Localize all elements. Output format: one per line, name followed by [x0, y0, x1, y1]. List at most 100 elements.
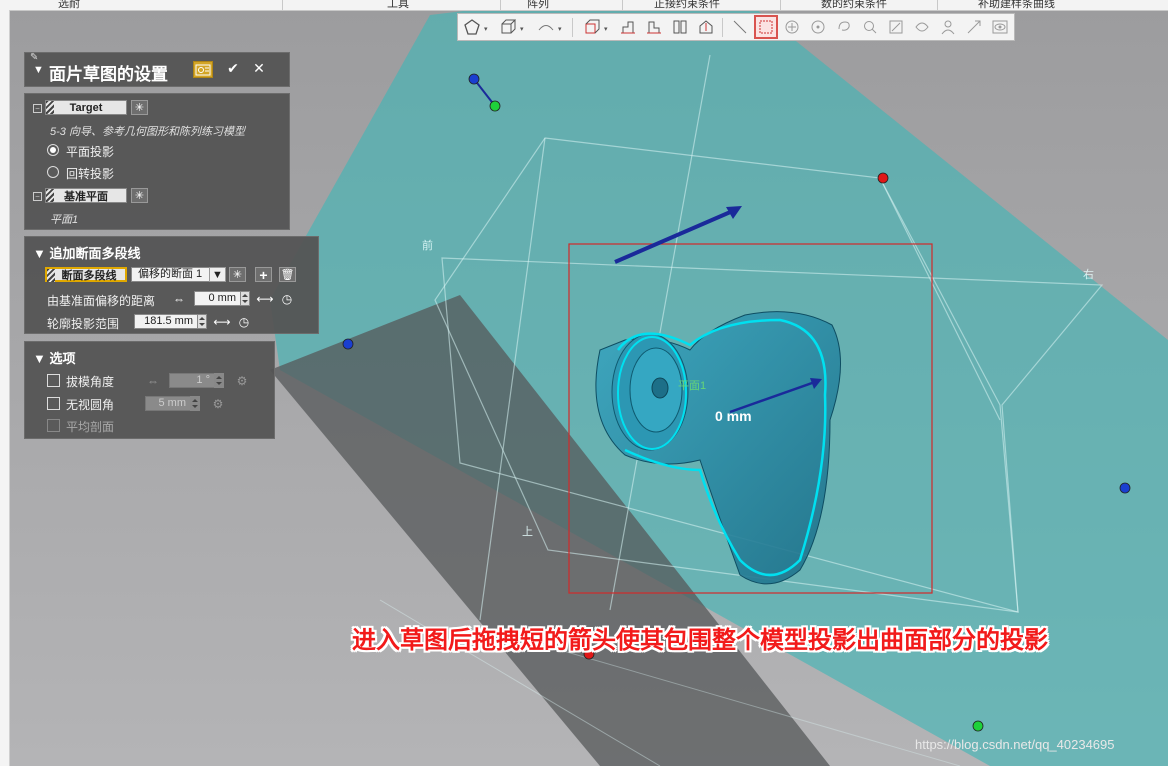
menu-bar: 选耐 工具 阵列 正接约束条件 数的约束条件 补助建样条曲线 — [0, 0, 1168, 11]
span-icon[interactable]: ⟷ — [256, 291, 273, 306]
polyline-section: ▼ 追加断面多段线 断面多段线 偏移的断面 1 ▼ ✳ + 🗑 由基准面偏移的距… — [24, 236, 319, 334]
ok-button[interactable]: ✔ — [223, 60, 243, 77]
handle-point[interactable] — [1119, 482, 1131, 494]
left-strip — [0, 10, 10, 766]
collapse-button[interactable]: − — [33, 192, 42, 201]
average-section-label: 平均剖面 — [66, 420, 115, 434]
cancel-button[interactable]: ✕ — [249, 60, 269, 77]
range-label: 轮廓投影范围 — [47, 317, 120, 331]
options-section-header[interactable]: ▼ 选项 — [33, 348, 76, 367]
view-toolbar: ▾ ▾ ▾ ▾ — [457, 13, 1015, 41]
options-section-title: 选项 — [49, 351, 76, 366]
chevron-down-icon[interactable]: ▼ — [209, 267, 226, 282]
face-icon[interactable] — [912, 17, 932, 37]
polygon-icon[interactable] — [462, 17, 482, 37]
menu-item[interactable]: 选耐 — [58, 0, 80, 11]
menu-item[interactable]: 数的约束条件 — [821, 0, 887, 11]
instruction-caption: 进入草图后拖拽短的箭头使其包围整个模型投影出曲面部分的投影 — [352, 626, 1048, 654]
draft-angle-input: 1 ° — [169, 373, 215, 388]
view-label-front: 前 — [422, 240, 433, 252]
view-label-top: 上 — [522, 526, 533, 538]
section-icon-2[interactable] — [644, 17, 664, 37]
circle-add-icon[interactable] — [808, 17, 828, 37]
collapse-triangle-icon[interactable]: ▼ — [33, 64, 44, 76]
menu-item[interactable]: 工具 — [387, 0, 409, 11]
draft-angle-stepper — [214, 373, 224, 388]
model-name: 5-3 向导、参考几何图形和陈列练习模型 — [50, 126, 245, 138]
ignore-fillet-label: 无视圆角 — [66, 398, 115, 412]
offset-label: 由基准面偏移的距离 — [47, 294, 156, 308]
measure-icon[interactable] — [696, 17, 716, 37]
circle-snap-icon[interactable] — [782, 17, 802, 37]
gear-icon: ⚙ — [212, 396, 224, 411]
target-field[interactable]: Target — [45, 100, 127, 115]
options-section: ▼ 选项 拔模角度 ⇔ 1 ° ⚙ 无视圆角 5 mm ⚙ 平均剖面 — [24, 341, 275, 439]
ignore-fillet-stepper — [190, 396, 200, 411]
box-icon[interactable] — [498, 17, 518, 37]
preview-button[interactable] — [193, 61, 213, 78]
swap-direction-icon[interactable]: ⇔ — [171, 291, 187, 306]
dimension-label: 0 mm — [715, 408, 752, 424]
target-section: − Target ✳ 5-3 向导、参考几何图形和陈列练习模型 平面投影 回转投… — [24, 93, 290, 230]
target-options-icon[interactable]: ✳ — [131, 100, 148, 115]
menu-item[interactable]: 阵列 — [527, 0, 549, 11]
base-plane-value: 平面1 — [50, 214, 79, 226]
view-label-plane: 平面1 — [678, 380, 707, 392]
offset-stepper[interactable] — [240, 291, 250, 306]
move-icon[interactable] — [964, 17, 984, 37]
radio-plane-label: 平面投影 — [66, 145, 115, 159]
handle-point[interactable] — [468, 73, 480, 85]
base-plane-label: 基准平面 — [64, 190, 108, 203]
radio-rotate-projection[interactable] — [47, 166, 59, 178]
cube-view-icon[interactable] — [582, 17, 602, 37]
select-rect-icon[interactable] — [754, 15, 778, 39]
target-label: Target — [69, 101, 103, 114]
handle-point[interactable] — [877, 172, 889, 184]
lasso-icon[interactable] — [834, 17, 854, 37]
gear-icon: ⚙ — [236, 373, 248, 388]
reset-icon[interactable]: ◷ — [279, 291, 295, 306]
section-icon-1[interactable] — [618, 17, 638, 37]
line-icon[interactable] — [730, 17, 750, 37]
pin-icon[interactable]: ✎ — [30, 52, 38, 63]
polyline-field[interactable]: 断面多段线 — [45, 267, 127, 282]
radio-plane-projection[interactable] — [47, 144, 59, 156]
ignore-fillet-checkbox[interactable] — [47, 397, 60, 410]
sketch-icon[interactable] — [886, 17, 906, 37]
polyline-select[interactable]: 偏移的断面 1 — [131, 267, 213, 282]
polyline-options-icon[interactable]: ✳ — [229, 267, 246, 282]
polyline-section-header[interactable]: ▼ 追加断面多段线 — [33, 243, 141, 262]
draft-angle-checkbox[interactable] — [47, 374, 60, 387]
average-section-checkbox — [47, 419, 60, 432]
radio-rotate-label: 回转投影 — [66, 167, 115, 181]
handle-point[interactable] — [489, 100, 501, 112]
delete-icon[interactable]: 🗑 — [279, 267, 296, 282]
swap-direction-icon: ⇔ — [147, 373, 159, 388]
split-icon[interactable] — [670, 17, 690, 37]
zoom-icon[interactable] — [860, 17, 880, 37]
polyline-label: 断面多段线 — [61, 269, 117, 282]
eye-icon[interactable] — [990, 17, 1010, 37]
view-label-right: 右 — [1083, 269, 1094, 281]
add-icon[interactable]: + — [255, 267, 272, 283]
draft-angle-label: 拔模角度 — [66, 375, 115, 389]
menu-item[interactable]: 正接约束条件 — [654, 0, 720, 11]
dialog-title: 面片草图的设置 — [49, 65, 168, 84]
handle-point[interactable] — [342, 338, 354, 350]
handle-point[interactable] — [972, 720, 984, 732]
dialog-title-bar: ✎ ▼ 面片草图的设置 ✔ ✕ — [24, 52, 290, 87]
span-icon[interactable]: ⟷ — [213, 314, 230, 329]
reset-icon[interactable]: ◷ — [236, 314, 252, 329]
collapse-button[interactable]: − — [33, 104, 42, 113]
watermark: https://blog.csdn.net/qq_40234695 — [915, 737, 1115, 752]
range-stepper[interactable] — [197, 314, 207, 329]
menu-item[interactable]: 补助建样条曲线 — [978, 0, 1055, 11]
polyline-section-title: 追加断面多段线 — [49, 246, 141, 261]
offset-input[interactable]: 0 mm — [194, 291, 241, 306]
person-icon[interactable] — [938, 17, 958, 37]
base-plane-options-icon[interactable]: ✳ — [131, 188, 148, 203]
arc-icon[interactable] — [536, 17, 556, 37]
range-input[interactable]: 181.5 mm — [134, 314, 198, 329]
ignore-fillet-input: 5 mm — [145, 396, 191, 411]
base-plane-field[interactable]: 基准平面 — [45, 188, 127, 203]
